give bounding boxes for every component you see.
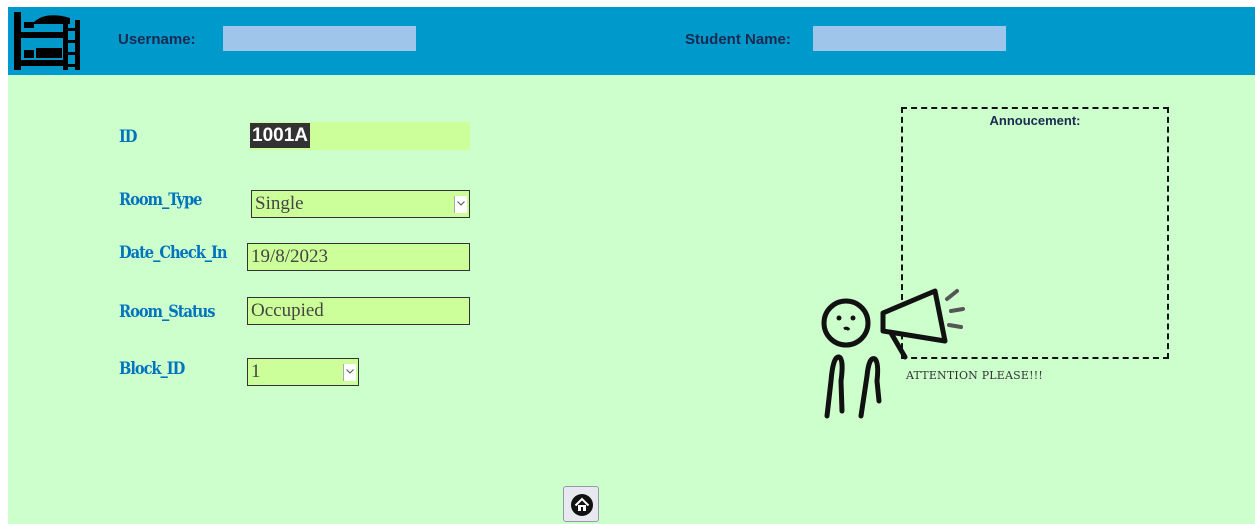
username-label: Username:: [118, 31, 196, 48]
room-status-label: Room_Status: [119, 302, 216, 322]
username-field[interactable]: [223, 26, 416, 51]
block-id-label: Block_ID: [119, 359, 185, 379]
chevron-down-icon[interactable]: [454, 196, 467, 213]
chevron-down-icon[interactable]: [343, 364, 356, 381]
announcement-title: Annoucement:: [989, 113, 1081, 128]
date-check-in-value: 19/8/2023: [251, 246, 329, 267]
app-window: Username: Student Name: ID 1001A Room_Ty…: [8, 7, 1255, 524]
room-type-value: Single: [255, 193, 304, 214]
room-type-select[interactable]: Single: [251, 190, 470, 218]
bunk-bed-icon: [14, 12, 80, 70]
id-field[interactable]: 1001A: [250, 122, 470, 150]
room-type-label: Room_Type: [119, 190, 202, 210]
id-value: 1001A: [250, 123, 310, 148]
block-id-select[interactable]: 1: [247, 358, 359, 386]
date-check-in-label: Date_Check_In: [119, 243, 228, 263]
home-icon: [571, 494, 593, 516]
room-status-field[interactable]: Occupied: [247, 297, 470, 325]
attention-caption: ATTENTION PLEASE!!!: [906, 369, 1044, 382]
home-button[interactable]: [563, 486, 599, 522]
megaphone-person-icon: [821, 288, 965, 419]
student-name-label: Student Name:: [685, 31, 791, 48]
id-label: ID: [119, 127, 138, 147]
room-status-value: Occupied: [251, 300, 324, 321]
date-check-in-field[interactable]: 19/8/2023: [247, 243, 470, 271]
top-bar: Username: Student Name:: [8, 7, 1255, 75]
block-id-value: 1: [251, 361, 261, 382]
student-name-field[interactable]: [813, 26, 1006, 51]
